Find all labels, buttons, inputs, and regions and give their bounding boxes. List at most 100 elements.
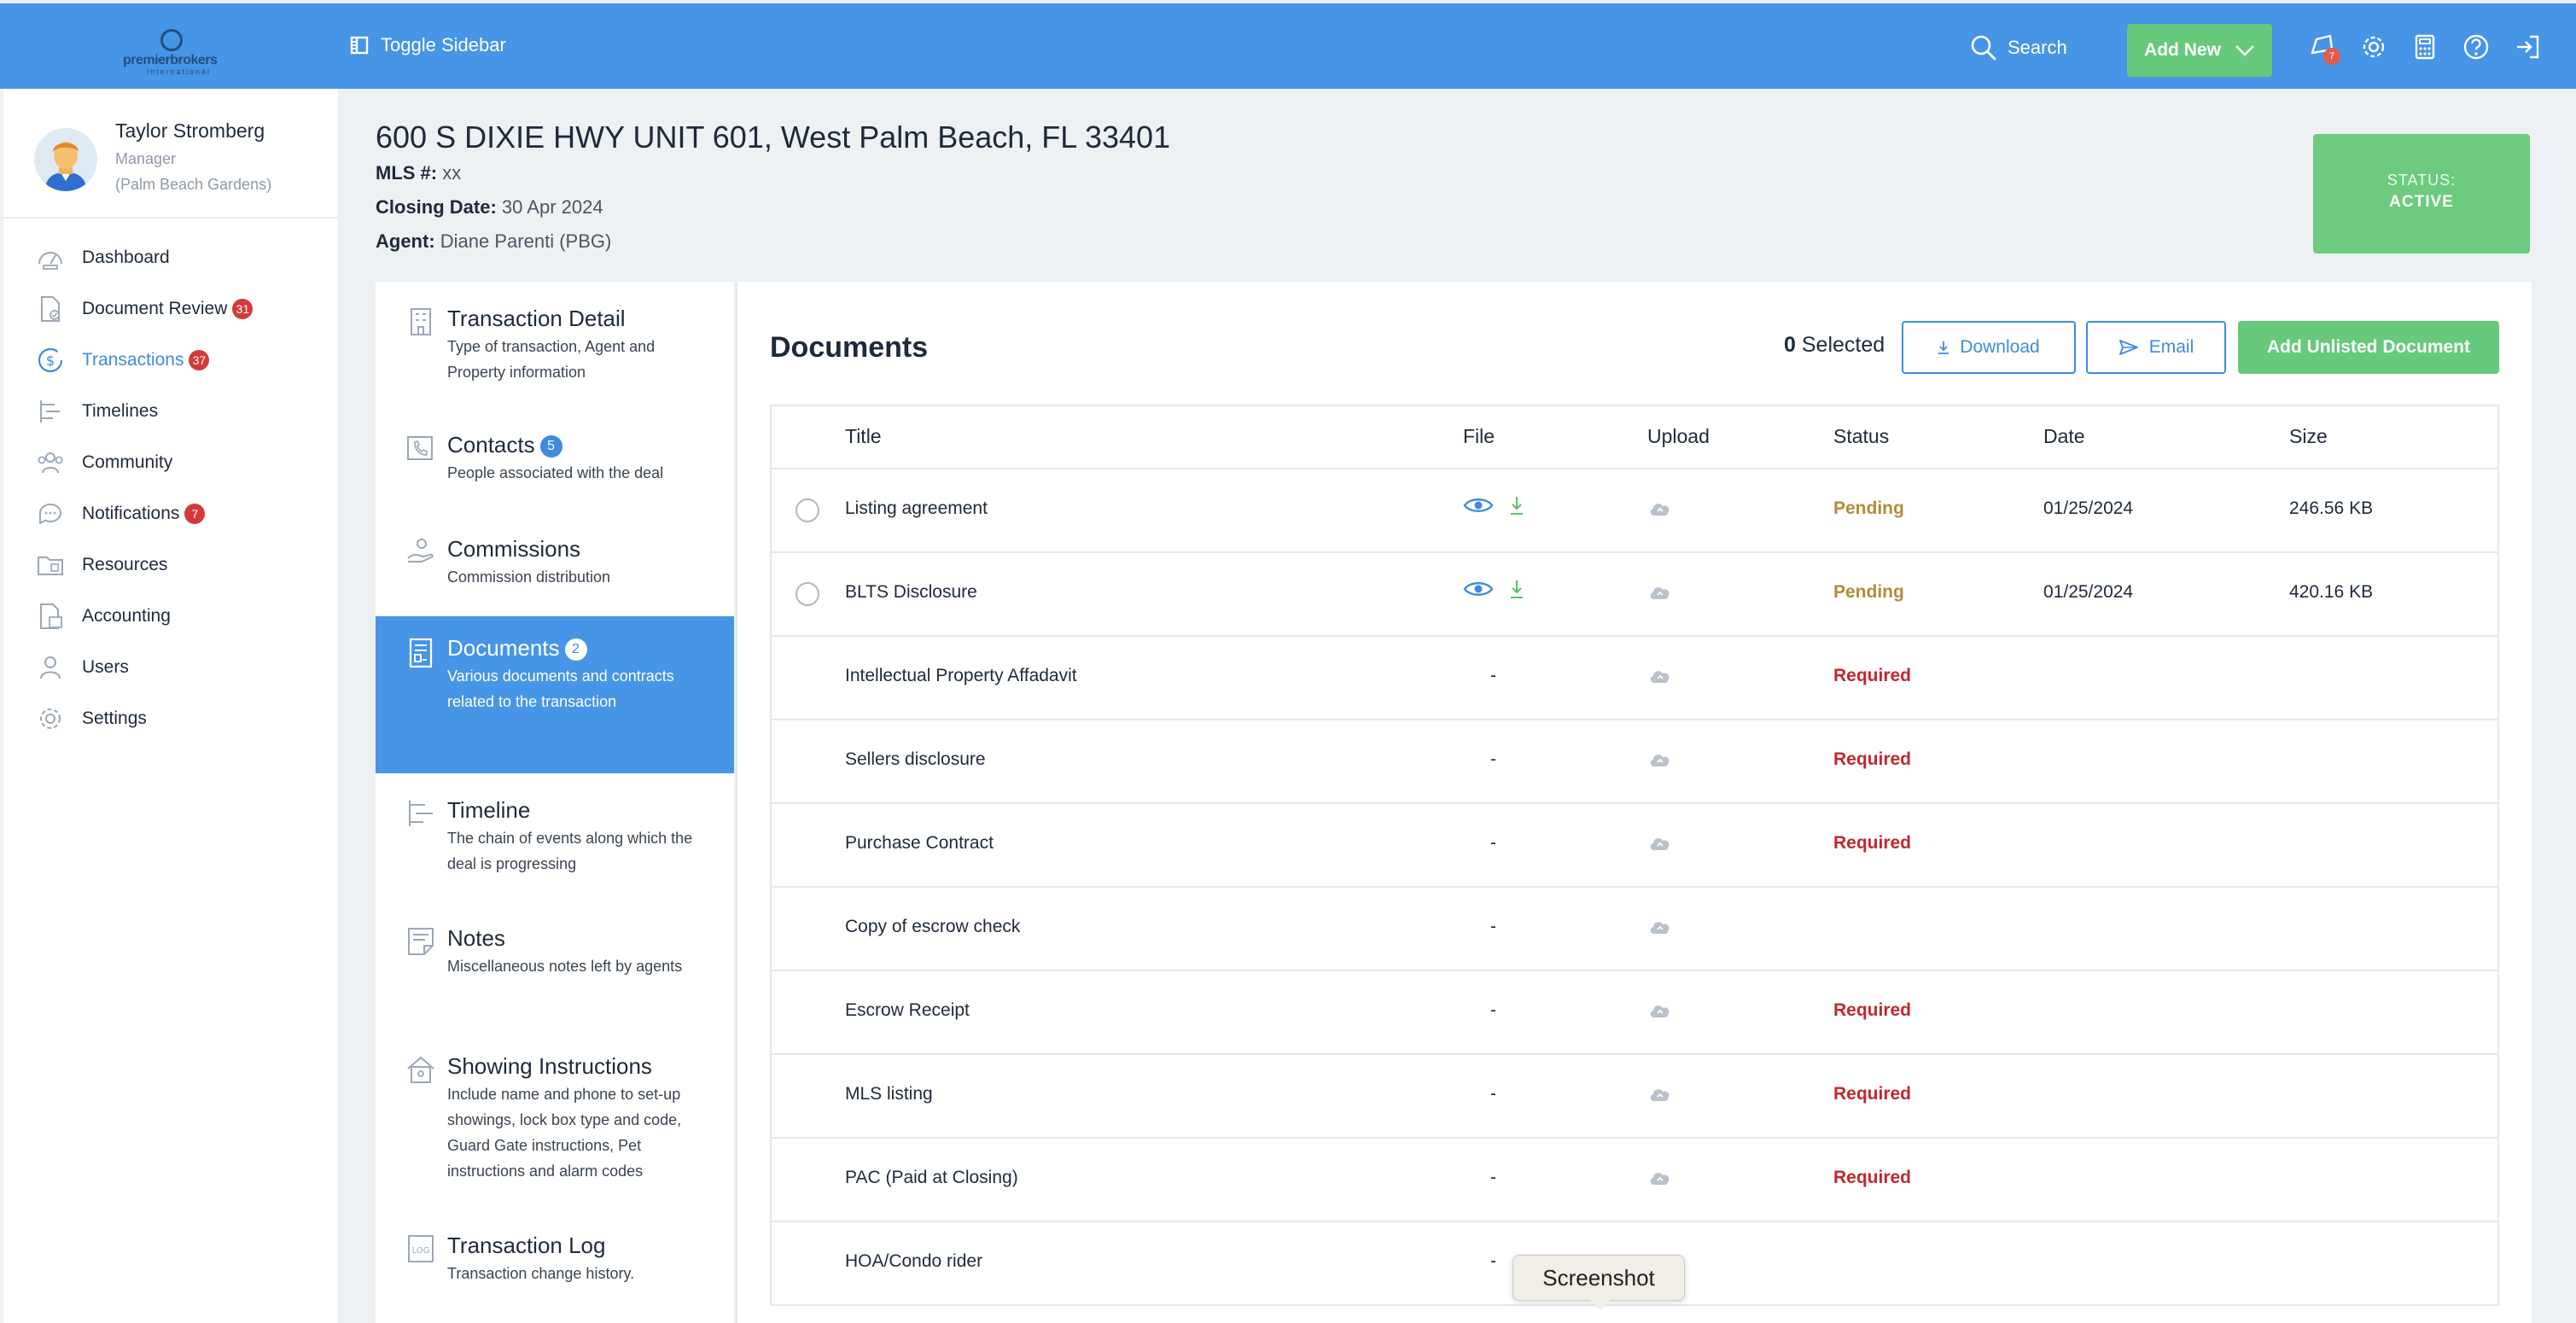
column-header-file[interactable]: File [1463,425,1495,448]
upload-cloud-icon[interactable] [1647,498,1673,519]
section-description: Various documents and contracts related … [447,667,674,710]
sidebar-item-timelines[interactable]: Timelines [3,386,338,437]
mls-number: MLS #: xx [376,162,461,184]
section-documents[interactable]: Documents 2 Various documents and contrac… [376,616,734,773]
table-row[interactable]: Copy of escrow check - [772,888,2497,971]
log-icon: LOG [408,1235,434,1262]
table-row[interactable]: Purchase Contract - Required [772,804,2497,888]
download-file-icon[interactable] [1509,579,1524,599]
selected-count: 0 Selected [1784,333,1885,358]
table-row[interactable]: Listing agreement Pending 01/25/2024 246… [772,469,2497,553]
eye-icon[interactable] [1463,580,1494,598]
document-title[interactable]: Escrow Receipt [845,1000,970,1021]
eye-icon[interactable] [1463,496,1494,515]
calculator-icon[interactable] [2410,32,2439,61]
sidebar-item-document-review[interactable]: Document Review 31 [3,283,338,335]
sidebar-item-accounting[interactable]: Accounting [3,591,338,642]
table-row[interactable]: Escrow Receipt - Required [772,971,2497,1055]
screenshot-tooltip: Screenshot [1512,1255,1685,1310]
section-showing-instructions[interactable]: Showing Instructions Include name and ph… [376,1053,734,1184]
company-logo[interactable]: premierbrokers international [118,29,237,77]
status-pending: Pending [1833,582,1904,602]
dashboard-icon [38,252,62,270]
table-row[interactable]: MLS listing - Required [772,1055,2497,1139]
document-title[interactable]: Sellers disclosure [845,749,986,770]
sidebar-item-community[interactable]: Community [3,437,338,488]
documents-table: Title File Upload Status Date Size Listi… [770,405,2499,1306]
section-description: Commission distribution [447,568,611,586]
sidebar-item-resources[interactable]: Resources [3,539,338,591]
sidebar-item-settings[interactable]: Settings [3,693,338,744]
sidebar-item-notifications[interactable]: Notifications 7 [3,488,338,539]
logout-icon[interactable] [2513,32,2542,61]
notifications-bell-icon[interactable]: 7 [2308,32,2340,65]
document-title[interactable]: BLTS Disclosure [845,582,977,603]
document-title[interactable]: Copy of escrow check [845,917,1020,937]
upload-cloud-icon[interactable] [1647,833,1673,854]
section-notes[interactable]: Notes Miscellaneous notes left by agents [376,925,734,979]
upload-cloud-icon[interactable] [1647,1084,1673,1104]
search-label: Search [2008,37,2067,58]
upload-cloud-icon[interactable] [1647,749,1673,770]
gear-icon[interactable] [2359,32,2388,61]
help-icon[interactable] [2462,32,2491,61]
sidebar-item-users[interactable]: Users [3,642,338,693]
section-timeline[interactable]: Timeline The chain of events along which… [376,797,734,877]
document-title[interactable]: HOA/Condo rider [845,1251,982,1272]
sidebar-item-transactions[interactable]: $ Transactions 37 [3,335,338,386]
column-header-upload[interactable]: Upload [1647,425,1710,448]
add-new-button[interactable]: Add New [2127,24,2272,77]
table-header: Title File Upload Status Date Size [772,406,2497,469]
table-row[interactable]: PAC (Paid at Closing) - Required [772,1139,2497,1222]
upload-cloud-icon[interactable] [1647,1000,1673,1021]
document-title[interactable]: MLS listing [845,1084,933,1104]
sidebar-item-label: Transactions [82,350,184,370]
user-card[interactable]: Taylor Stromberg Manager (Palm Beach Gar… [3,89,338,219]
status-pending: Pending [1833,498,1904,518]
upload-cloud-icon[interactable] [1647,666,1673,686]
upload-cloud-icon[interactable] [1647,917,1673,937]
download-file-icon[interactable] [1509,495,1524,516]
toggle-sidebar-button[interactable]: Toggle Sidebar [350,34,506,56]
document-title[interactable]: Intellectual Property Affadavit [845,666,1077,686]
section-description: People associated with the deal [447,464,664,481]
file-placeholder: - [1490,1168,1496,1187]
section-title-text: Contacts [447,432,535,458]
section-transaction-log[interactable]: LOG Transaction Log Transaction change h… [376,1233,734,1286]
timelines-icon [40,400,60,423]
phone-book-icon [407,436,433,460]
row-select-radio[interactable] [796,582,819,606]
email-label: Email [2148,337,2194,357]
user-office: (Palm Beach Gardens) [115,176,272,193]
document-title[interactable]: Listing agreement [845,498,988,519]
sidebar-item-label: Resources [82,555,168,574]
document-title[interactable]: PAC (Paid at Closing) [845,1168,1018,1188]
document-date: 01/25/2024 [2043,582,2134,602]
search-button[interactable]: Search [1970,34,2067,61]
column-header-size[interactable]: Size [2289,425,2328,448]
add-unlisted-document-button[interactable]: Add Unlisted Document [2238,321,2499,374]
top-bar: premierbrokers international Toggle Side… [0,0,2576,89]
column-header-date[interactable]: Date [2043,425,2085,448]
column-header-title[interactable]: Title [845,425,882,448]
row-select-radio[interactable] [796,498,819,522]
page-title: 600 S DIXIE HWY UNIT 601, West Palm Beac… [376,119,1171,154]
section-commissions[interactable]: Commissions Commission distribution [376,536,734,590]
agent: Agent: Diane Parenti (PBG) [376,230,611,253]
email-button[interactable]: Email [2086,321,2226,374]
chevron-down-icon [2235,45,2254,56]
section-title: Commissions [447,536,581,562]
sidebar-item-dashboard[interactable]: Dashboard [3,232,338,283]
section-transaction-detail[interactable]: Transaction Detail Type of transaction, … [376,306,734,385]
download-label: Download [1960,337,2040,357]
document-title[interactable]: Purchase Contract [845,833,994,854]
column-header-status[interactable]: Status [1833,425,1889,448]
download-button[interactable]: Download [1902,321,2076,374]
upload-cloud-icon[interactable] [1647,1168,1673,1188]
upload-cloud-icon[interactable] [1647,582,1673,603]
section-title: Timeline [447,797,531,823]
section-contacts[interactable]: Contacts 5 People associated with the dea… [376,432,734,486]
table-row[interactable]: Intellectual Property Affadavit - Requir… [772,637,2497,720]
table-row[interactable]: Sellers disclosure - Required [772,720,2497,804]
table-row[interactable]: BLTS Disclosure Pending 01/25/2024 420.1… [772,553,2497,637]
